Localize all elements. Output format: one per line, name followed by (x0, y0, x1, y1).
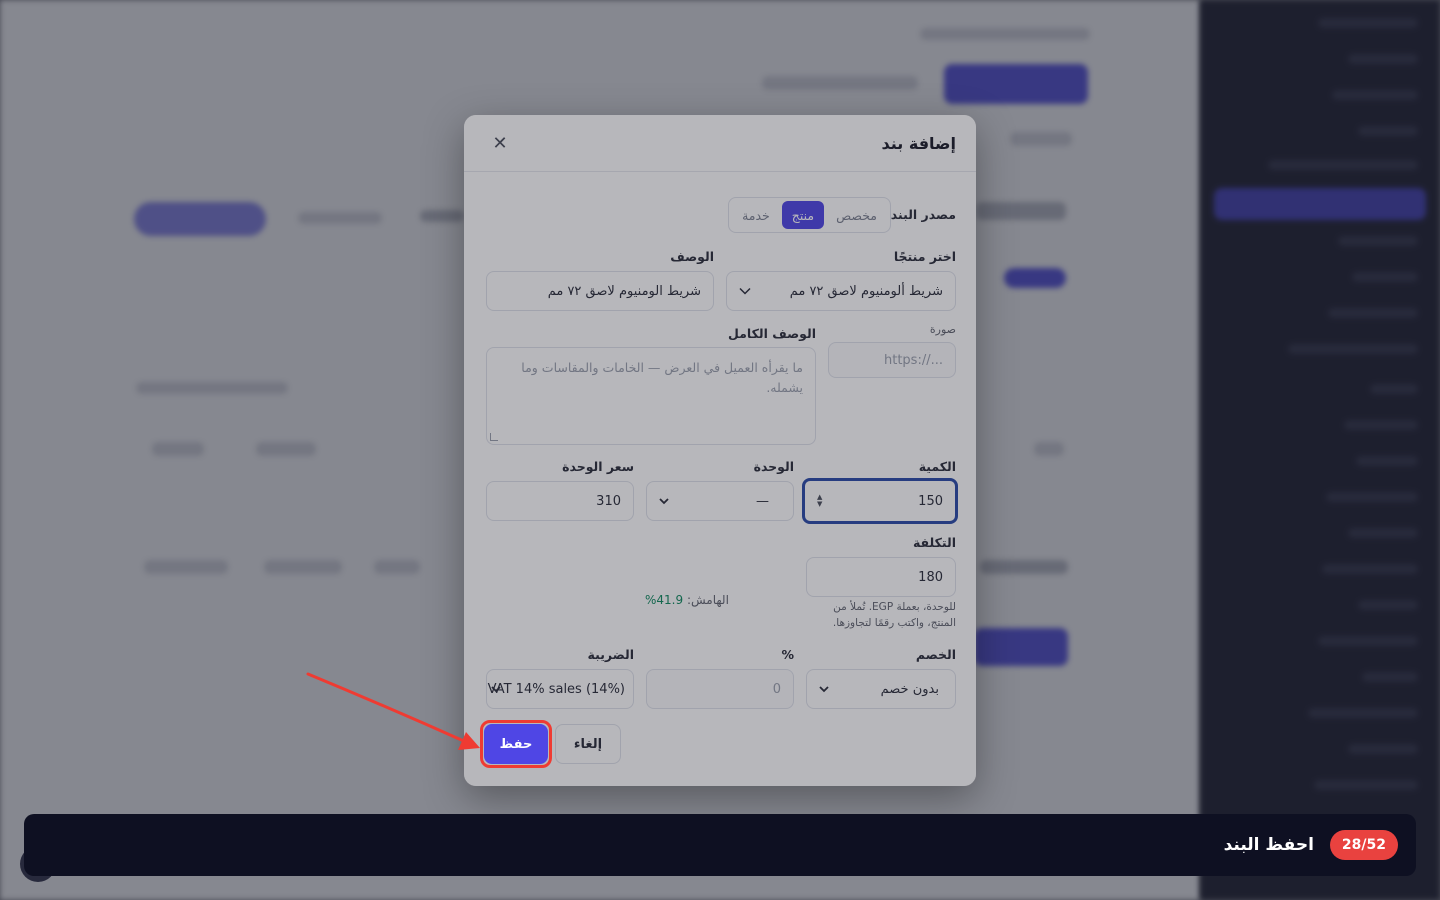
cost-value: 180 (918, 569, 943, 585)
description-label: الوصف (670, 249, 714, 264)
margin-indicator: الهامش: 41.9% (645, 593, 729, 607)
description-input[interactable]: شريط الومنيوم لاصق ٧٢ مم (486, 271, 714, 311)
cost-label: التكلفة (912, 535, 956, 550)
tax-label: الضريبة (587, 647, 634, 662)
cancel-button[interactable]: إلغاء (555, 724, 621, 764)
discount-percent-input[interactable]: 0 (646, 669, 794, 709)
discount-label: الخصم (915, 647, 956, 662)
image-url-placeholder: https://... (884, 352, 943, 368)
unit-price-value: 310 (596, 493, 621, 509)
quantity-stepper[interactable]: 150 ▲ ▼ (802, 478, 958, 524)
chevron-down-icon (739, 287, 751, 295)
source-option-custom[interactable]: مخصص (826, 201, 887, 229)
chevron-down-icon (819, 686, 829, 693)
image-url-input[interactable]: https://... (828, 342, 956, 378)
quantity-label: الكمية (918, 459, 956, 474)
resize-handle-icon[interactable] (490, 433, 498, 441)
margin-value: 41.9% (645, 593, 684, 607)
product-select[interactable]: شريط ألومنيوم لاصق ٧٢ مم (726, 271, 956, 311)
cost-hint: للوحدة، بعملة EGP. تُملأ من المنتج، واكت… (832, 601, 956, 629)
discount-select[interactable]: بدون خصم (806, 669, 956, 709)
source-label: مصدر البند (890, 207, 956, 222)
tax-select[interactable]: VAT 14% sales (14%) (486, 669, 634, 709)
step-instruction: احفظ البند (1223, 835, 1314, 855)
close-icon[interactable]: ✕ (484, 127, 516, 159)
unit-select-value: — (756, 493, 769, 509)
unit-select[interactable]: — (646, 481, 794, 521)
unit-price-input[interactable]: 310 (486, 481, 634, 521)
source-option-service[interactable]: خدمة (732, 201, 780, 229)
full-description-label: الوصف الكامل (728, 326, 816, 341)
unit-price-label: سعر الوحدة (562, 459, 634, 474)
tax-select-value: VAT 14% sales (14%) (487, 681, 625, 697)
tutorial-step-bar: 28/52 احفظ البند (24, 814, 1416, 876)
discount-percent-placeholder: 0 (772, 681, 781, 697)
chevron-down-icon (491, 686, 501, 693)
source-segmented-control: مخصص منتج خدمة (728, 197, 891, 233)
product-select-value: شريط ألومنيوم لاصق ٧٢ مم (789, 283, 943, 299)
pointer-arrow-icon (306, 672, 480, 750)
source-option-product[interactable]: منتج (781, 201, 825, 229)
dialog-header: إضافة بند ✕ (464, 115, 976, 172)
quantity-value: 150 (918, 493, 943, 509)
product-label: اختر منتجًا (893, 249, 956, 264)
chevron-down-icon (659, 498, 669, 505)
cost-input[interactable]: 180 (806, 557, 956, 597)
margin-label: الهامش: (686, 593, 729, 607)
full-description-placeholder: ما يقرأه العميل في العرض — الخامات والمق… (521, 360, 803, 395)
stepper-arrows-icon[interactable]: ▲ ▼ (817, 494, 822, 508)
discount-select-value: بدون خصم (880, 681, 939, 697)
full-description-textarea[interactable]: ما يقرأه العميل في العرض — الخامات والمق… (486, 347, 816, 445)
step-counter-badge: 28/52 (1329, 830, 1398, 860)
unit-label: الوحدة (753, 459, 794, 474)
add-item-dialog: إضافة بند ✕ مصدر البند مخصص منتج خدمة اخ… (464, 115, 976, 786)
dialog-title: إضافة بند (881, 133, 956, 153)
save-button[interactable]: حفظ (484, 724, 548, 764)
percent-label: % (781, 647, 794, 662)
description-value: شريط الومنيوم لاصق ٧٢ مم (547, 283, 701, 299)
image-label: صورة (929, 323, 956, 336)
